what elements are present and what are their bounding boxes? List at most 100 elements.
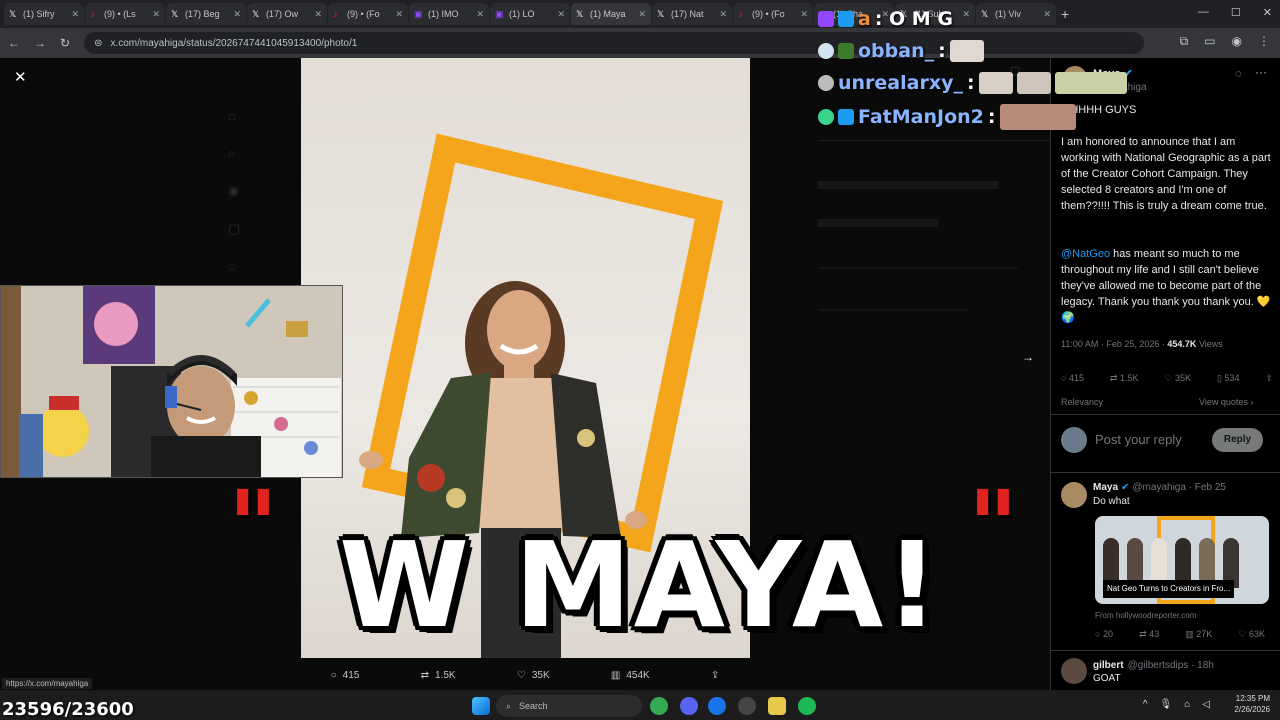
- browser-tab[interactable]: 𝕏 (17) Beg ✕: [166, 3, 246, 25]
- like-action[interactable]: ♡ 35K: [1164, 370, 1191, 386]
- browser-tab[interactable]: ♪ (9) • (Fo ✕: [733, 3, 813, 25]
- chat-username: a: [858, 8, 871, 30]
- relevancy-dropdown[interactable]: Relevancy: [1061, 394, 1103, 410]
- close-tab-icon[interactable]: ✕: [395, 9, 403, 20]
- discord-icon[interactable]: [680, 697, 698, 715]
- site-info-icon[interactable]: ⊜: [94, 38, 102, 49]
- chat-message: :: [938, 40, 946, 62]
- close-tab-icon[interactable]: ✕: [233, 9, 241, 20]
- close-tab-icon[interactable]: ✕: [719, 9, 727, 20]
- chat-line: unrealarxy_:: [818, 72, 1127, 94]
- avatar[interactable]: [1061, 658, 1087, 684]
- retweet-action[interactable]: ⇄ 1.5K: [421, 670, 456, 681]
- minimize-icon[interactable]: —: [1198, 6, 1209, 19]
- browser-tab[interactable]: ♪ (9) • (Fo ✕: [328, 3, 408, 25]
- card-source[interactable]: From hollywoodreporter.com: [1095, 608, 1196, 624]
- divider: [1051, 472, 1280, 473]
- twitch-icon: ▣: [414, 9, 423, 19]
- retweet-action[interactable]: ⇄ 1.5K: [1110, 370, 1139, 386]
- x-logo-icon: 𝕏: [657, 9, 665, 19]
- browser-tab[interactable]: 𝕏 (17) Ow ✕: [247, 3, 327, 25]
- tab-label: (17) Nat: [671, 9, 704, 19]
- crown-badge-icon: [838, 109, 854, 125]
- reply-action[interactable]: ○ 20: [1095, 626, 1113, 642]
- obs-icon[interactable]: [738, 697, 756, 715]
- mic-icon[interactable]: 🎙: [1160, 699, 1173, 710]
- reply-button[interactable]: Reply: [1212, 428, 1263, 452]
- grok-icon[interactable]: ◌: [1235, 66, 1242, 82]
- profile-icon[interactable]: ◉: [1232, 34, 1242, 49]
- menu-icon[interactable]: ⋮: [1258, 34, 1270, 49]
- close-media-icon[interactable]: ✕: [14, 68, 27, 86]
- view-quotes-link[interactable]: View quotes ›: [1199, 394, 1253, 410]
- forward-icon[interactable]: →: [34, 36, 46, 50]
- emote-icon: [1054, 72, 1127, 94]
- maximize-icon[interactable]: ☐: [1231, 6, 1241, 19]
- close-tab-icon[interactable]: ✕: [314, 9, 322, 20]
- system-tray: ^ 🎙 ⌂ ◁: [1143, 699, 1210, 710]
- close-tab-icon[interactable]: ✕: [71, 9, 79, 20]
- like-action[interactable]: ♡ 35K: [517, 670, 550, 681]
- close-tab-icon[interactable]: ✕: [800, 9, 808, 20]
- retweet-action[interactable]: ⇄ 43: [1139, 626, 1159, 642]
- start-icon[interactable]: [472, 697, 490, 715]
- volume-icon[interactable]: ◁: [1202, 699, 1210, 710]
- tweet-meta: 11:00 AM · Feb 25, 2026 · 454.7K Views: [1061, 336, 1223, 352]
- chrome-icon[interactable]: [650, 697, 668, 715]
- avatar[interactable]: [1061, 482, 1087, 508]
- close-tab-icon[interactable]: ✕: [557, 9, 565, 20]
- browser-tab[interactable]: ▣ (1) LO ✕: [490, 3, 570, 25]
- tiktok-icon: ♪: [738, 9, 743, 19]
- reload-icon[interactable]: ↻: [60, 36, 70, 50]
- bookmark-action[interactable]: ▯ 534: [1217, 370, 1239, 386]
- clock[interactable]: 12:35 PM 2/26/2026: [1234, 693, 1270, 715]
- next-image-icon[interactable]: →: [1022, 350, 1034, 364]
- app-icon[interactable]: [708, 697, 726, 715]
- tweet-timestamp[interactable]: 11:00 AM · Feb 25, 2026 ·: [1061, 339, 1167, 349]
- share-icon[interactable]: ⇪: [711, 670, 719, 681]
- close-tab-icon[interactable]: ✕: [476, 9, 484, 20]
- browser-tab[interactable]: ♪ (9) • (Ls ✕: [85, 3, 165, 25]
- tweet-views: 454.7K: [1167, 339, 1197, 349]
- natgeo-mention-link[interactable]: @NatGeo: [1061, 248, 1110, 260]
- browser-tab[interactable]: 𝕏 (1) Maya ✕: [571, 3, 651, 25]
- like-count: 63K: [1248, 629, 1265, 639]
- reply-input[interactable]: Post your reply: [1095, 432, 1182, 448]
- tweet-action-bar: ○ 415 ⇄ 1.5K ♡ 35K ▯ 534 ⇪: [1061, 370, 1273, 386]
- clock-time: 12:35 PM: [1235, 694, 1270, 703]
- views-action[interactable]: ▥ 454K: [611, 670, 650, 681]
- reply-action-bar: ○ 20 ⇄ 43 ▥ 27K ♡ 63K: [1095, 626, 1265, 642]
- x-logo-icon: 𝕏: [171, 9, 179, 19]
- chat-message: : O M G: [874, 8, 953, 30]
- network-icon[interactable]: ⌂: [1184, 699, 1190, 710]
- browser-tab[interactable]: 𝕏 (1) Sifry ✕: [4, 3, 84, 25]
- taskbar-search[interactable]: ⌕ Search: [496, 695, 642, 717]
- emote-icon: [1016, 72, 1051, 94]
- browser-tab[interactable]: 𝕏 (17) Nat ✕: [652, 3, 732, 25]
- chat-message: :: [966, 72, 975, 94]
- tab-label: (9) • (Fo: [347, 9, 380, 19]
- close-tab-icon[interactable]: ✕: [638, 9, 646, 20]
- share-icon[interactable]: ⇪: [1265, 370, 1273, 386]
- like-action[interactable]: ♡ 63K: [1238, 626, 1265, 642]
- like-count: 35K: [531, 669, 550, 681]
- link-card[interactable]: Nat Geo Turns to Creators in Fro...: [1095, 516, 1269, 604]
- chat-username: FatManJon2: [858, 106, 984, 128]
- reply-action[interactable]: ○ 415: [331, 670, 360, 681]
- back-icon[interactable]: ←: [8, 36, 20, 50]
- open-quote: ": [228, 470, 279, 582]
- extension-icon[interactable]: ⧉: [1180, 34, 1189, 49]
- more-icon[interactable]: ···: [1255, 64, 1267, 80]
- tab-label: (9) • (Ls: [104, 9, 136, 19]
- chevron-up-icon[interactable]: ^: [1143, 699, 1148, 710]
- browser-tab[interactable]: ▣ (1) IMO ✕: [409, 3, 489, 25]
- views-action[interactable]: ▥ 27K: [1185, 626, 1212, 642]
- close-tab-icon[interactable]: ✕: [152, 9, 160, 20]
- reply-action[interactable]: ○ 415: [1061, 370, 1084, 386]
- spotify-icon[interactable]: [798, 697, 816, 715]
- cast-icon[interactable]: ▭: [1204, 34, 1215, 49]
- close-window-icon[interactable]: ✕: [1263, 6, 1272, 19]
- like-count: 35K: [1175, 373, 1192, 383]
- app-icon[interactable]: [768, 697, 786, 715]
- streamer-webcam: [0, 285, 343, 478]
